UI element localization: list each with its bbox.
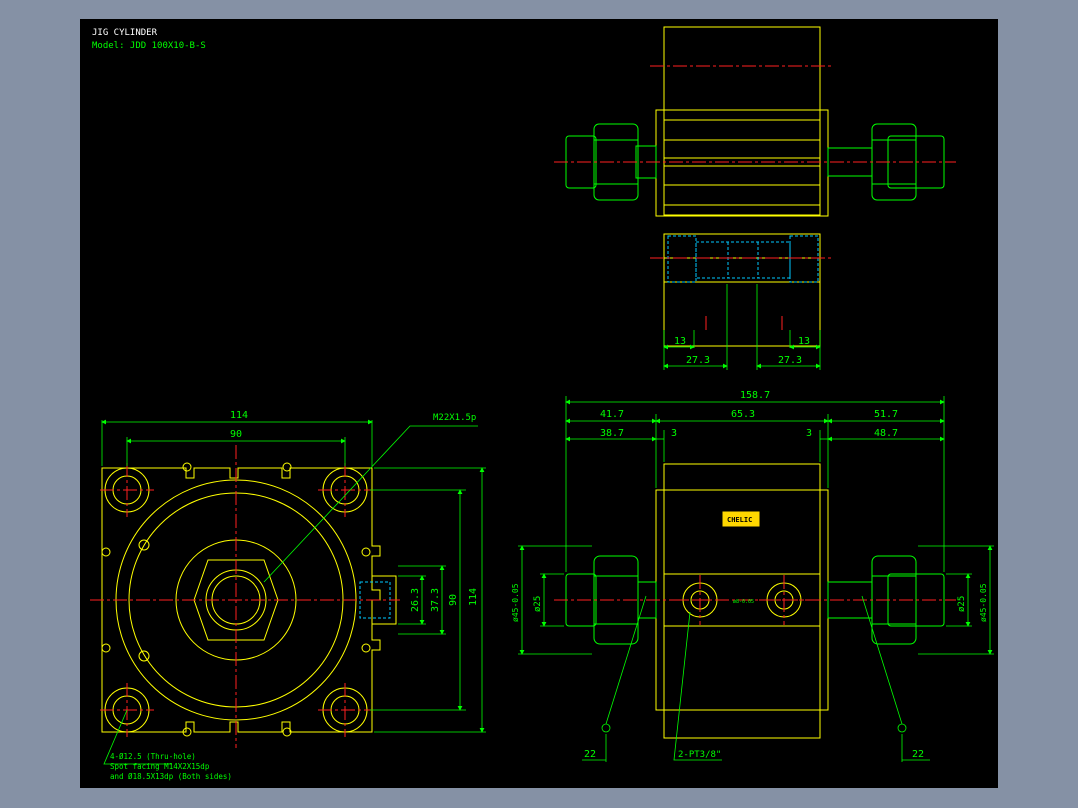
side-view: 158.7 41.7 65.3 51.7 38.7 3 3 48.7 ø45-0… — [511, 390, 994, 762]
dim-side-right-outer: 51.7 — [874, 409, 898, 420]
dim-top-right-13: 13 — [798, 336, 810, 347]
brand-label: CHELIC — [727, 516, 752, 524]
note-line-2: Spot facing M14X2X15dp — [110, 762, 210, 771]
dim-front-port-a: 26.3 — [410, 588, 421, 612]
dim-top-left-27: 27.3 — [686, 355, 710, 366]
dim-top-left-13: 13 — [674, 336, 686, 347]
side-view-dimensions — [518, 396, 994, 762]
dim-front-width: 114 — [230, 410, 248, 421]
dim-side-gap-right: 3 — [806, 428, 812, 439]
thread-label: M22X1.5p — [433, 413, 476, 423]
dim-side-dia-left-a: ø45-0.05 — [511, 583, 520, 622]
dim-side-left-outer: 41.7 — [600, 409, 624, 420]
front-view-dimensions — [101, 419, 486, 765]
engineering-drawing: 13 13 27.3 27.3 114 90 114 90 26.3 37.3 … — [90, 26, 994, 781]
port-label: 2-PT3/8" — [678, 750, 721, 760]
side-view-centerlines — [554, 575, 956, 625]
cad-viewport[interactable]: JIG CYLINDER Model: JDD 100X10-B-S 13 13… — [0, 0, 1078, 808]
center-tag: ø8-0.05 — [733, 599, 754, 605]
top-view-hidden-bore — [667, 235, 819, 283]
dim-side-overall: 158.7 — [740, 390, 770, 401]
top-view: 13 13 27.3 27.3 — [554, 26, 956, 370]
dim-side-body: 65.3 — [731, 409, 755, 420]
dim-side-bottom-left: 22 — [584, 749, 596, 760]
dim-front-port-b: 37.3 — [430, 588, 441, 612]
dim-front-height: 114 — [468, 588, 479, 606]
note-line-3: and Ø18.5X13dp (Both sides) — [110, 772, 232, 781]
top-view-centerlines — [554, 65, 956, 330]
dim-front-hole-pitch-v: 90 — [448, 594, 459, 606]
dim-side-right-inner: 48.7 — [874, 428, 898, 439]
dim-side-bottom-right: 22 — [912, 749, 924, 760]
dim-side-dia-right-a: ø25 — [957, 596, 967, 612]
front-view-centerlines — [90, 445, 400, 748]
dim-front-hole-pitch-h: 90 — [230, 429, 242, 440]
dim-top-right-27: 27.3 — [778, 355, 802, 366]
note-line-1: 4-Ø12.5 (Thru-hole) — [110, 752, 196, 761]
top-view-body — [655, 26, 829, 347]
dim-side-dia-left-b: ø25 — [533, 596, 543, 612]
dim-side-gap-left: 3 — [671, 428, 677, 439]
front-view: 114 90 114 90 26.3 37.3 M22X1.5p 4-Ø12.5… — [90, 410, 486, 781]
dim-side-left-inner: 38.7 — [600, 428, 624, 439]
dim-side-dia-right-b: ø45-0.05 — [979, 583, 988, 622]
